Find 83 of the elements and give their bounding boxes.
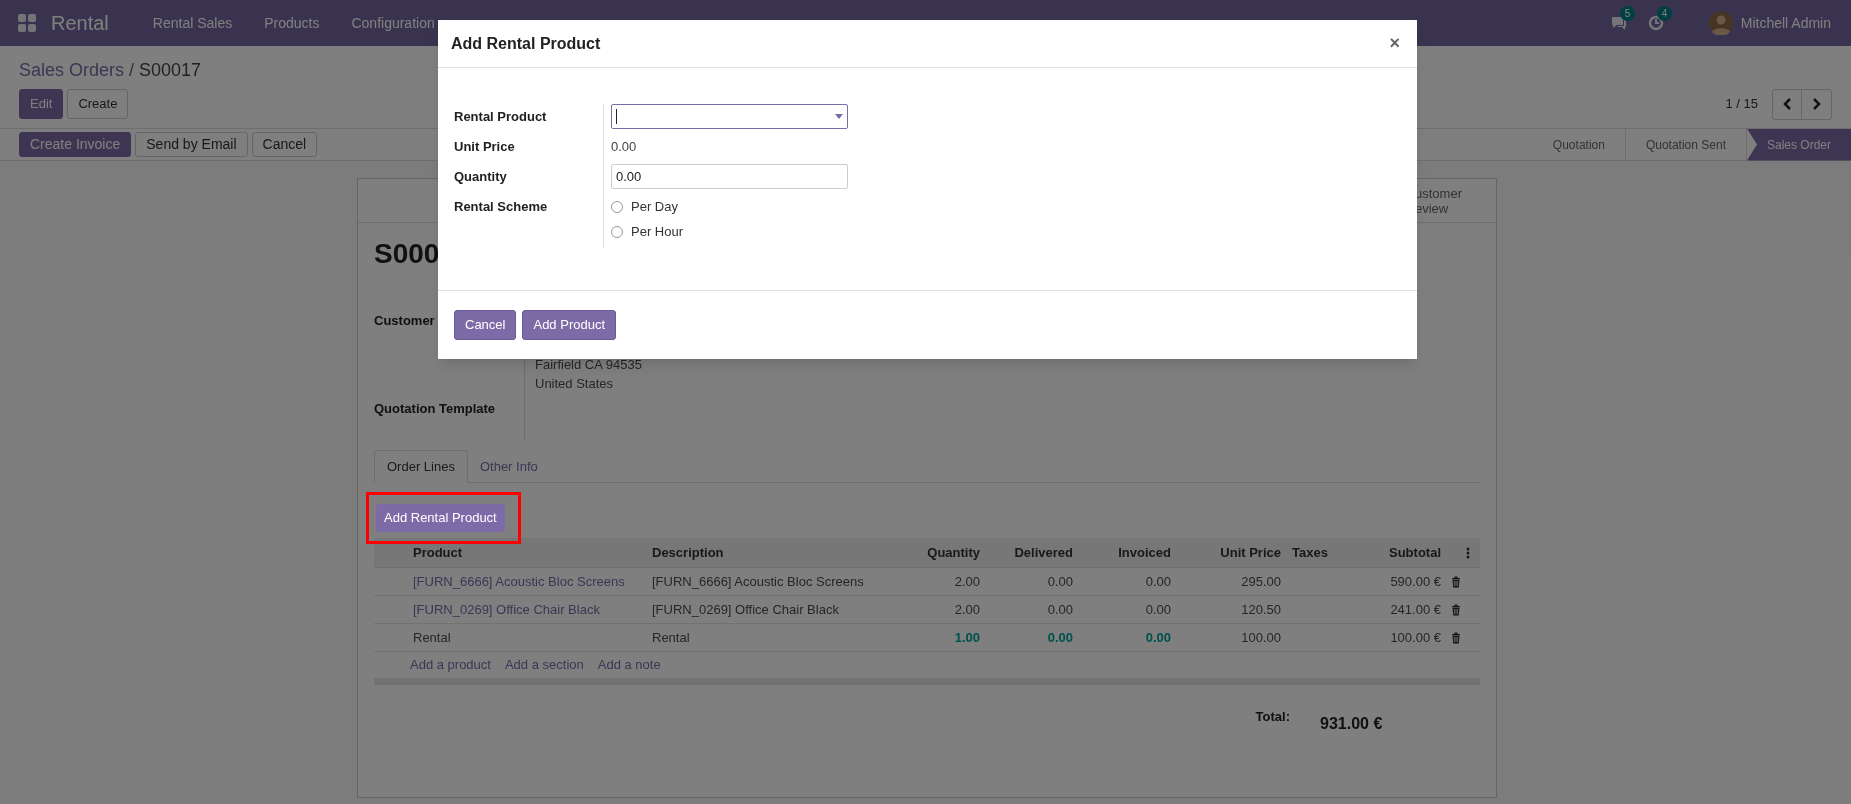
form-tab[interactable]: Order Lines (374, 450, 468, 483)
menu-item[interactable]: Products (248, 12, 336, 34)
notification-badge: 5 (1619, 6, 1636, 21)
column-header[interactable]: Invoiced (1081, 542, 1179, 563)
column-header[interactable]: Product (410, 542, 649, 563)
menu-item[interactable]: Rental Sales (136, 12, 249, 34)
pager-text: 1 / 15 (1725, 95, 1758, 114)
column-header[interactable]: Subtotal (1336, 542, 1449, 563)
radio-label[interactable]: Per Hour (631, 221, 684, 242)
field-label: Customer (374, 312, 435, 330)
table-cell-text: 295.00 (1240, 572, 1282, 591)
table-cell-text: 100.00 € (1389, 628, 1442, 647)
table-cell-text: [FURN_0269] Office Chair Black (651, 600, 840, 619)
field-label: Quantity (454, 169, 507, 184)
column-header[interactable]: Description (649, 542, 894, 563)
table-cell-text: 0.00 (1046, 628, 1074, 647)
trash-icon[interactable] (1451, 575, 1461, 588)
app-name[interactable]: Rental (51, 8, 109, 38)
kebab-icon[interactable] (1466, 546, 1470, 559)
close-button[interactable]: × (1389, 30, 1400, 57)
column-header[interactable]: Taxes (1289, 542, 1336, 563)
table-cell-text: 1.00 (953, 628, 981, 647)
field-label: Unit Price (454, 139, 515, 154)
column-header[interactable]: Unit Price (1179, 542, 1289, 563)
table-cell-text: 0.00 (1046, 600, 1074, 619)
total-label: Total: (1255, 708, 1290, 726)
add-line-link[interactable]: Add a note (597, 655, 661, 675)
trash-icon[interactable] (1451, 603, 1461, 616)
table-cell-text: [FURN_6666] Acoustic Bloc Screens (651, 572, 865, 591)
field-label: Rental Product (454, 109, 547, 124)
edit-button[interactable]: Edit (19, 89, 64, 119)
field-label: Rental Scheme (454, 199, 548, 214)
status-step[interactable]: Sales Order (1746, 128, 1851, 161)
breadcrumb-separator: / (129, 59, 135, 82)
breadcrumb-link[interactable]: Sales Orders (19, 57, 125, 88)
status-step[interactable]: Quotation Sent (1625, 128, 1747, 161)
column-header[interactable]: Quantity (894, 542, 988, 563)
table-cell-text: 0.00 (1144, 600, 1172, 619)
notification-badge: 4 (1656, 6, 1673, 21)
caret-icon (835, 114, 843, 119)
table-cell-text: Rental (651, 628, 691, 647)
form-tab[interactable]: Other Info (467, 450, 550, 483)
clock-icon[interactable] (1647, 15, 1664, 31)
address-line: United States (535, 375, 615, 393)
dialog-title: Add Rental Product (451, 33, 601, 54)
rental-product-select[interactable] (611, 104, 848, 129)
quantity-input[interactable]: 0.00 (611, 164, 848, 189)
add-rental-product-button[interactable]: Add Rental Product (376, 504, 505, 532)
action-button[interactable]: Cancel (251, 132, 318, 157)
table-cell-text: 0.00 (1046, 572, 1074, 591)
field-label: Quotation Template (374, 399, 496, 418)
apps-menu-icon[interactable] (18, 14, 36, 32)
chevron-right-icon (1811, 98, 1822, 110)
table-cell-text: 100.00 (1240, 628, 1282, 647)
breadcrumb-current: S00017 (139, 59, 202, 82)
table-cell[interactable]: [FURN_6666] Acoustic Bloc Screens (410, 571, 649, 592)
trash-icon[interactable] (1451, 631, 1461, 644)
add-product-button[interactable]: Add Product (522, 310, 616, 340)
table-cell-text: 0.00 (1144, 572, 1172, 591)
field-value: 0.00 (611, 138, 638, 156)
table-cell-text: 2.00 (953, 572, 981, 591)
add-line-link[interactable]: Add a product (410, 655, 491, 675)
table-cell-text: 120.50 (1240, 600, 1282, 619)
status-step[interactable]: Quotation (1532, 128, 1626, 161)
table-cell-text: 590.00 € (1389, 572, 1442, 591)
radio-label[interactable]: Per Day (631, 196, 678, 217)
address-line: Fairfield CA 94535 (535, 356, 643, 374)
table-cell-text: 2.00 (953, 600, 981, 619)
action-button[interactable]: Create Invoice (19, 132, 132, 157)
table-cell[interactable]: Rental (410, 627, 649, 648)
user-name[interactable]: Mitchell Admin (1740, 12, 1831, 34)
order-number: S000 (374, 237, 441, 271)
action-button[interactable]: Send by Email (135, 132, 248, 157)
total-amount: 931.00 € (1320, 714, 1384, 734)
create-button[interactable]: Create (67, 89, 129, 119)
add-line-link[interactable]: Add a section (504, 655, 584, 675)
table-cell[interactable]: [FURN_0269] Office Chair Black (410, 599, 649, 620)
chat-icon[interactable] (1609, 15, 1628, 31)
table-cell-text: 241.00 € (1389, 600, 1442, 619)
cancel-button[interactable]: Cancel (454, 310, 517, 340)
column-header[interactable]: Delivered (988, 542, 1081, 563)
table-cell-text: 0.00 (1144, 628, 1172, 647)
chevron-left-icon (1782, 98, 1792, 110)
